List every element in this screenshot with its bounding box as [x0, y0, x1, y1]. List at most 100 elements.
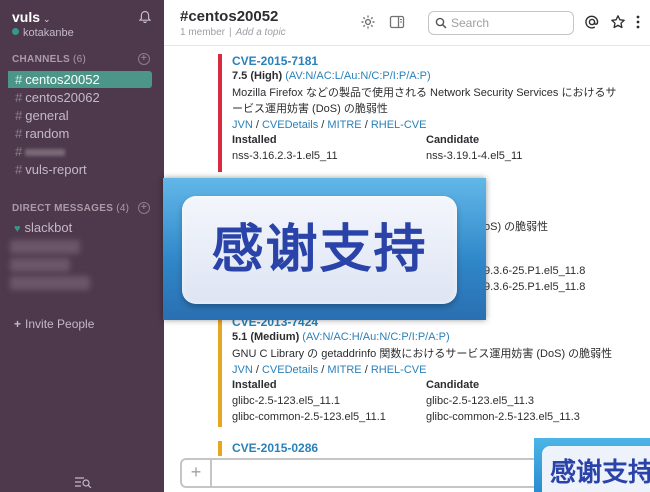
invite-people-button[interactable]: + Invite People [14, 317, 94, 331]
package-row: glibc-2.5-123.el5_11.1 glibc-2.5-123.el5_… [232, 395, 618, 408]
mitre-link[interactable]: MITRE [327, 119, 361, 131]
installed-label: Installed [232, 379, 277, 391]
channel-item-vuls-report[interactable]: # vuls-report [8, 161, 152, 178]
candidate-label: Candidate [426, 134, 480, 146]
dm-label: slackbot [24, 220, 73, 235]
installed-label: Installed [232, 134, 277, 146]
mitre-link[interactable]: MITRE [327, 364, 361, 376]
plus-icon: + [14, 317, 22, 331]
topic-link[interactable]: Add a topic [236, 27, 286, 38]
rhel-cve-link[interactable]: RHEL-CVE [371, 119, 427, 131]
package-row: glibc-common-2.5-123.el5_11.1 glibc-commo… [232, 411, 618, 424]
overlay-banner-small-text: 感谢支持 [550, 458, 650, 488]
candidate-version-fragment: 9.3.6-25.P1.el5_11.8 [484, 281, 586, 293]
dm-label: DIRECT MESSAGES [12, 203, 114, 214]
overlay-banner-panel: 感谢支持 [182, 196, 457, 304]
channel-label: centos20052 [25, 72, 100, 87]
channel-label: vuls-report [25, 162, 87, 177]
search-input[interactable] [451, 15, 569, 31]
dm-header[interactable]: DIRECT MESSAGES (4) + [12, 202, 150, 214]
cvedetails-link[interactable]: CVEDetails [262, 364, 318, 376]
reference-links: JVN / CVEDetails / MITRE / RHEL-CVE [232, 119, 427, 131]
cve-link[interactable]: CVE-2015-7181 [232, 54, 618, 68]
channel-item-redacted[interactable]: # [8, 143, 152, 160]
rhel-cve-link[interactable]: RHEL-CVE [371, 364, 427, 376]
candidate-version: glibc-common-2.5-123.el5_11.3 [426, 411, 580, 423]
dm-count: (4) [116, 203, 130, 214]
cvss-score: 7.5 (High) (AV:N/AC:L/Au:N/C:P/I:P/A:P) [232, 70, 618, 82]
overlay-banner-small: 感谢支持 [534, 438, 650, 492]
installed-version: glibc-2.5-123.el5_11.1 [232, 395, 341, 407]
channel-item-centos20052[interactable]: # centos20052 [8, 71, 152, 88]
channel-list-search-icon[interactable] [74, 476, 92, 488]
candidate-version: nss-3.19.1-4.el5_11 [426, 150, 523, 162]
package-header: Installed Candidate [232, 134, 618, 147]
installed-version: nss-3.16.2.3-1.el5_11 [232, 150, 338, 162]
score-value: 7.5 (High) [232, 70, 283, 82]
cvedetails-link[interactable]: CVEDetails [262, 119, 318, 131]
hash-icon: # [15, 108, 23, 123]
channel-header: #centos20052 1 member | Add a topic [164, 0, 650, 46]
score-value: 5.1 (Medium) [232, 331, 300, 343]
hash-icon: # [15, 72, 23, 87]
jvn-link[interactable]: JVN [232, 364, 253, 376]
hash-icon: # [15, 90, 23, 105]
search-icon [435, 17, 447, 29]
redacted-dm[interactable] [10, 258, 70, 272]
chevron-down-icon: ⌄ [43, 14, 51, 24]
cvss-vector-link[interactable]: (AV:N/AC:L/Au:N/C:P/I:P/A:P) [285, 70, 430, 82]
reference-links: JVN / CVEDetails / MITRE / RHEL-CVE [232, 364, 427, 376]
channel-meta: 1 member | Add a topic [180, 27, 286, 38]
hash-icon: # [15, 126, 23, 141]
cvss-vector-link[interactable]: (AV:N/AC:H/Au:N/C:P/I:P/A:P) [302, 331, 449, 343]
presence-icon [12, 28, 19, 35]
candidate-label: Candidate [426, 379, 480, 391]
search-box[interactable] [428, 11, 574, 35]
channel-item-general[interactable]: # general [8, 107, 152, 124]
channels-count: (6) [72, 54, 87, 65]
add-channel-icon[interactable]: + [138, 53, 150, 65]
invite-label: Invite People [25, 317, 95, 331]
mentions-icon[interactable] [584, 14, 600, 30]
overlay-banner-text: 感谢支持 [211, 220, 428, 280]
cve-description: Mozilla Firefox などの製品で使用される Network Secu… [232, 87, 617, 115]
cvss-score: 5.1 (Medium) (AV:N/AC:H/Au:N/C:P/I:P/A:P… [232, 331, 618, 343]
star-icon[interactable] [610, 14, 626, 30]
cve-attachment: CVE-2013-7424 5.1 (Medium) (AV:N/AC:H/Au… [218, 315, 618, 427]
channel-label: centos20062 [25, 90, 100, 105]
installed-version-fragment: 9.3.6-25.P1.el5_11.8 [484, 265, 586, 277]
candidate-version: glibc-2.5-123.el5_11.3 [426, 395, 535, 407]
team-menu[interactable]: vuls ⌄ [12, 9, 154, 27]
installed-version: glibc-common-2.5-123.el5_11.1 [232, 411, 386, 423]
channel-label: random [25, 126, 70, 141]
gear-icon[interactable] [360, 14, 376, 30]
channels-header[interactable]: CHANNELS (6) + [12, 53, 150, 65]
channel-item-random[interactable]: # random [8, 125, 152, 142]
package-row: nss-3.16.2.3-1.el5_11 nss-3.19.1-4.el5_11 [232, 150, 618, 163]
more-vertical-icon[interactable] [634, 14, 642, 30]
attach-file-button[interactable]: + [182, 460, 212, 486]
cve-description-fragment: oS) の脆弱性 [484, 221, 549, 233]
dm-item-slackbot[interactable]: ♥ slackbot [14, 220, 72, 235]
package-header: Installed Candidate [232, 379, 618, 392]
channel-item-centos20062[interactable]: # centos20062 [8, 89, 152, 106]
cve-attachment: CVE-2015-7181 7.5 (High) (AV:N/AC:L/Au:N… [218, 54, 618, 172]
channels-label: CHANNELS [12, 54, 70, 65]
cve-description: GNU C Library の getaddrinfo 関数におけるサービス運用… [232, 348, 613, 360]
hash-icon: # [15, 162, 23, 177]
redacted-dm[interactable] [10, 240, 80, 254]
overlay-banner-small-panel: 感谢支持 [542, 446, 650, 492]
jvn-link[interactable]: JVN [232, 119, 253, 131]
hash-icon: # [15, 144, 23, 159]
user-name: kotakanbe [23, 27, 74, 39]
member-count[interactable]: 1 member [180, 27, 225, 38]
channel-title[interactable]: #centos20052 [180, 8, 278, 25]
current-user[interactable]: kotakanbe [12, 27, 74, 39]
heart-icon: ♥ [14, 223, 21, 235]
add-dm-icon[interactable]: + [138, 202, 150, 214]
bell-icon[interactable] [138, 10, 152, 24]
redacted-channel-name [25, 149, 66, 157]
sidebar-toggle-icon[interactable] [389, 14, 405, 30]
redacted-dm[interactable] [10, 276, 90, 290]
team-name: vuls [12, 9, 41, 25]
